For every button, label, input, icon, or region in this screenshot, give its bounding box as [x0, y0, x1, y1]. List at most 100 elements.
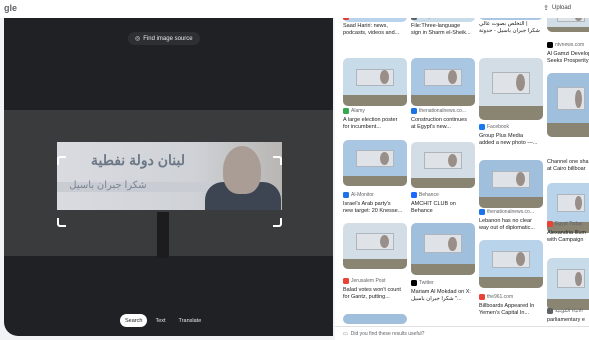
source-favicon-icon [343, 192, 349, 198]
result-title-line[interactable]: at Cairo billboar [547, 166, 589, 173]
result-source[interactable]: thenationalnews.co... [411, 108, 466, 114]
selection-handle-top-left[interactable] [57, 156, 66, 165]
mode-search-button[interactable]: Search [120, 314, 148, 327]
result-thumbnail[interactable] [343, 140, 407, 186]
lens-page: gle ⇪ Upload ◎ Find image source لبنان د… [0, 0, 589, 340]
result-source[interactable]: Al-Monitor [343, 192, 374, 198]
result-thumbnail[interactable] [479, 58, 543, 120]
thumbnail-person [574, 271, 582, 287]
result-source-name: Jerusalem Post [351, 278, 386, 284]
source-favicon-icon [343, 278, 349, 284]
result-title-line[interactable]: AMCHIT CLUB on [411, 201, 475, 208]
thumbnail-person [448, 236, 458, 252]
selection-handle-bottom-left[interactable] [57, 218, 66, 227]
result-source[interactable]: Wikipedia [411, 18, 441, 20]
result-title-line[interactable]: sign in Sharm el-Sheik... [411, 30, 475, 37]
result-title-line[interactable]: with Campaign [547, 237, 589, 244]
source-favicon-icon [479, 124, 485, 130]
selection-handle-bottom-right[interactable] [273, 218, 282, 227]
thumbnail-ground [411, 95, 475, 106]
result-thumbnail[interactable] [411, 223, 475, 275]
result-source[interactable]: Behance [411, 192, 439, 198]
source-favicon-icon [547, 308, 553, 314]
mode-translate-button[interactable]: Translate [174, 314, 207, 327]
result-source-name: Facebook [487, 124, 509, 130]
upload-label: Upload [551, 5, 571, 11]
result-source[interactable]: الانباء الكويتية [547, 308, 583, 314]
result-source[interactable]: Twitter [411, 280, 434, 286]
result-title-line[interactable]: شكرا جبران باسيل - حدوتة [479, 28, 543, 35]
result-title-line[interactable]: Group Plus Media [479, 133, 543, 140]
source-favicon-icon [547, 221, 553, 227]
result-title-line[interactable]: A large election poster [343, 117, 407, 124]
thumbnail-ground [411, 177, 475, 188]
result-title-line[interactable]: for incumbent... [343, 124, 407, 131]
result-thumbnail[interactable] [479, 160, 543, 208]
upload-button[interactable]: ⇪ Upload [543, 4, 571, 12]
result-title-line[interactable]: Channel one sha [547, 159, 589, 166]
result-source-name: thenationalnews.co... [419, 108, 466, 114]
result-title-line[interactable]: Israel's Arab party's [343, 201, 407, 208]
result-title-line[interactable]: podcasts, videos and... [343, 30, 407, 37]
result-thumbnail[interactable] [343, 58, 407, 106]
result-source[interactable]: thenationalnews.co... [479, 209, 534, 215]
result-source[interactable]: Egypt Today [547, 221, 582, 227]
result-title-line[interactable]: Al Gamzi Develop [547, 51, 589, 58]
result-source-name: ntvnews.com [555, 42, 585, 48]
result-title-line[interactable]: Behance [411, 208, 475, 215]
source-favicon-icon [479, 209, 485, 215]
billboard-image[interactable]: لبنان دولة نفطية شكرا جبران باسيل [57, 142, 282, 210]
result-title-line[interactable]: Yemen's Capital In... [479, 310, 543, 317]
result-title-line[interactable]: Balad votes won't count [343, 287, 407, 294]
result-thumbnail[interactable] [547, 258, 589, 310]
feedback-bar[interactable]: ▭ Did you find these results useful? [335, 326, 589, 340]
thumbnail-ground [343, 95, 407, 106]
result-title-line[interactable]: File:Three-language [411, 23, 475, 30]
source-favicon-icon [479, 294, 485, 300]
google-logo[interactable]: gle [4, 3, 17, 13]
result-thumbnail[interactable] [343, 314, 407, 324]
result-source[interactable]: ntvnews.com [547, 42, 584, 48]
selection-handle-top-right[interactable] [273, 156, 282, 165]
result-title-line[interactable]: at Egypt's new... [411, 124, 475, 131]
result-thumbnail[interactable] [411, 58, 475, 106]
find-image-source-button[interactable]: ◎ Find image source [128, 32, 200, 45]
result-title-line[interactable]: added a new photo —... [479, 140, 543, 147]
feedback-icon: ▭ [343, 330, 348, 337]
result-thumbnail[interactable] [343, 223, 407, 269]
result-title-line[interactable]: Mariam Al Mokdad on X: [411, 289, 475, 296]
result-thumbnail[interactable] [479, 18, 543, 20]
result-title-line[interactable]: التخلص بصوت عالي | [479, 21, 543, 28]
mode-switcher: Search Text Translate [120, 314, 206, 327]
result-thumbnail[interactable] [547, 18, 589, 32]
result-source[interactable]: BFI [343, 18, 359, 20]
result-source[interactable]: the961.com [479, 294, 513, 300]
source-favicon-icon [343, 18, 349, 20]
thumbnail-ground [479, 197, 543, 208]
result-source[interactable]: Alamy [343, 108, 365, 114]
result-title-line[interactable]: Lebanon has no clear [479, 218, 543, 225]
result-title-line[interactable]: new target: 20 Knesse... [343, 208, 407, 215]
result-title-line[interactable]: Construction continues [411, 117, 475, 124]
result-thumbnail[interactable] [479, 240, 543, 288]
result-title-line[interactable]: Saad Hariri: news, [343, 23, 407, 30]
result-title-line[interactable]: parliamentary e [547, 317, 589, 324]
result-thumbnail[interactable] [547, 73, 589, 137]
thumbnail-ground [479, 106, 543, 120]
mode-text-button[interactable]: Text [150, 314, 170, 327]
lens-icon: ◎ [135, 36, 141, 42]
thumbnail-ground [547, 26, 589, 32]
thumbnail-person [380, 234, 390, 248]
result-title-line[interactable]: way out of diplomatic... [479, 225, 543, 232]
result-source-name: Wikipedia [419, 18, 441, 20]
result-source[interactable]: Jerusalem Post [343, 278, 385, 284]
result-title-line[interactable]: Alexandria Illum [547, 230, 589, 237]
result-source[interactable]: Facebook [479, 124, 509, 130]
result-title-line[interactable]: شكرا جبران باسيل "... [411, 296, 475, 303]
thumbnail-ground [343, 175, 407, 186]
result-title-line[interactable]: Seeks Prosperity [547, 58, 589, 65]
result-title-line[interactable]: Billboards Appeared In [479, 303, 543, 310]
result-title-line[interactable]: for Gantz, putting... [343, 294, 407, 301]
result-thumbnail[interactable] [411, 142, 475, 188]
image-viewer: ◎ Find image source لبنان دولة نفطية شكر… [4, 18, 333, 336]
